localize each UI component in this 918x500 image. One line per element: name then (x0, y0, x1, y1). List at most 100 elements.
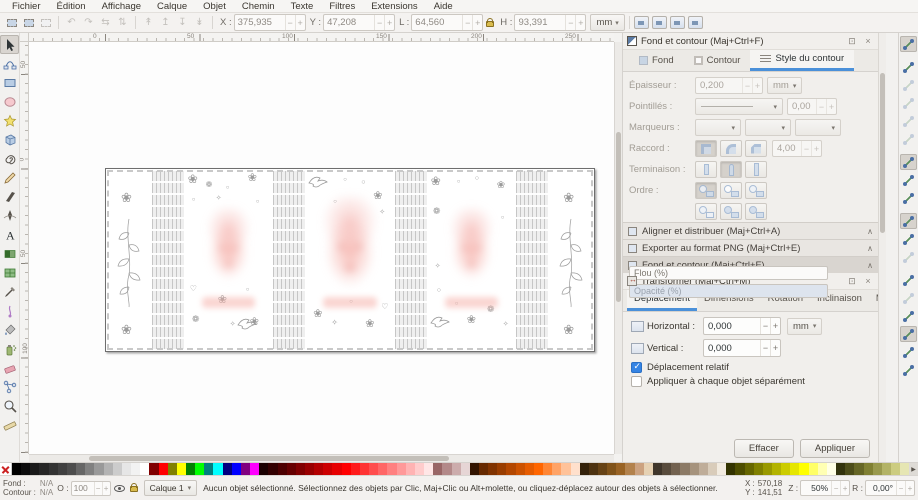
palette-swatch[interactable] (671, 463, 680, 475)
palette-swatch[interactable] (104, 463, 113, 475)
palette-swatch[interactable] (516, 463, 525, 475)
vertical-increment[interactable]: + (770, 340, 780, 356)
text-tool[interactable]: A (0, 225, 19, 244)
cap-square-button[interactable] (745, 161, 767, 178)
y-decrement[interactable]: − (374, 15, 384, 30)
gradient-tool[interactable] (0, 244, 19, 263)
unit-dropdown[interactable]: mm▾ (590, 14, 624, 31)
vertical-input[interactable]: 0,000 (704, 343, 760, 354)
palette-swatch[interactable] (186, 463, 195, 475)
palette-swatch[interactable] (580, 463, 589, 475)
palette-swatch[interactable] (268, 463, 277, 475)
scale-stroke-toggle[interactable] (634, 16, 649, 29)
palette-swatch[interactable] (378, 463, 387, 475)
palette-swatch[interactable] (882, 463, 891, 475)
marker-mid-dropdown[interactable]: ▾ (745, 119, 791, 136)
dash-offset-decrement[interactable]: − (816, 99, 826, 114)
panel-close-button[interactable]: × (862, 276, 874, 286)
palette-swatch[interactable] (177, 463, 186, 475)
spiral-tool[interactable] (0, 149, 19, 168)
x-input[interactable]: 375,935 (235, 17, 285, 28)
vertical-ruler[interactable]: 50050100 (20, 42, 29, 454)
menu-fichier[interactable]: Fichier (4, 1, 49, 12)
palette-swatch[interactable] (836, 463, 845, 475)
snap-nodes[interactable] (900, 154, 917, 170)
node-tool[interactable] (0, 54, 19, 73)
palette-swatch[interactable] (625, 463, 634, 475)
paint-bucket-tool[interactable] (0, 320, 19, 339)
height-increment[interactable]: + (575, 15, 585, 30)
palette-swatch[interactable] (76, 463, 85, 475)
palette-swatch[interactable] (342, 463, 351, 475)
menu-filtres[interactable]: Filtres (321, 1, 363, 12)
dash-offset-increment[interactable]: + (826, 99, 836, 114)
palette-swatch[interactable] (314, 463, 323, 475)
select-all-layers-icon[interactable] (20, 15, 37, 31)
menu-edition[interactable]: Édition (49, 1, 94, 12)
apply-button[interactable]: Appliquer (800, 439, 870, 458)
palette-swatch[interactable] (854, 463, 863, 475)
dock-scrollbar[interactable] (878, 33, 886, 462)
palette-swatch[interactable] (726, 463, 735, 475)
palette-swatch[interactable] (506, 463, 515, 475)
horizontal-increment[interactable]: + (770, 318, 780, 334)
miter-limit-input[interactable]: 4,00 (773, 143, 801, 154)
star-tool[interactable] (0, 111, 19, 130)
rotation-input[interactable]: 0,00° (866, 483, 896, 493)
join-round-button[interactable] (720, 140, 742, 157)
deselect-icon[interactable] (37, 15, 54, 31)
palette-swatch[interactable] (85, 463, 94, 475)
raise-to-top-icon[interactable]: ↟ (140, 15, 157, 31)
apply-separately-checkbox[interactable] (631, 376, 642, 387)
transform-unit-dropdown[interactable]: mm▾ (787, 318, 822, 335)
layer-dropdown[interactable]: Calque 1▾ (144, 480, 198, 496)
snap-bbox-edge-midpoints[interactable] (900, 113, 917, 129)
scrollbar-thumb[interactable] (880, 73, 885, 233)
palette-swatch[interactable] (662, 463, 671, 475)
menu-extensions[interactable]: Extensions (363, 1, 425, 12)
lower-to-bottom-icon[interactable]: ↡ (191, 15, 208, 31)
cap-butt-button[interactable] (695, 161, 717, 178)
snap-bbox[interactable] (900, 59, 917, 75)
flip-horizontal-icon[interactable]: ⇆ (97, 15, 114, 31)
palette-swatch[interactable] (122, 463, 131, 475)
y-input[interactable]: 47,208 (324, 17, 374, 28)
snap-bbox-edges[interactable] (900, 77, 917, 93)
palette-swatch[interactable] (680, 463, 689, 475)
palette-swatch[interactable] (259, 463, 268, 475)
palette-swatch[interactable] (250, 463, 259, 475)
snap-page-border[interactable] (900, 326, 917, 342)
order-6-button[interactable] (745, 203, 767, 220)
tab-fond[interactable]: Fond (629, 50, 684, 71)
palette-swatch[interactable] (424, 463, 433, 475)
canvas-vertical-scrollbar[interactable] (614, 42, 622, 454)
miter-limit-increment[interactable]: + (811, 141, 821, 156)
tweak-tool[interactable] (0, 301, 19, 320)
palette-swatch[interactable] (644, 463, 653, 475)
palette-swatch[interactable] (790, 463, 799, 475)
order-4-button[interactable] (695, 203, 717, 220)
palette-swatch[interactable] (296, 463, 305, 475)
select-all-icon[interactable] (3, 15, 20, 31)
palette-swatch[interactable] (571, 463, 580, 475)
no-color-swatch[interactable] (0, 463, 12, 475)
menu-aide[interactable]: Aide (426, 1, 461, 12)
scale-corners-toggle[interactable] (652, 16, 667, 29)
dash-offset-input[interactable]: 0,00 (788, 101, 816, 112)
width-decrement[interactable]: − (462, 15, 472, 30)
palette-swatch[interactable] (635, 463, 644, 475)
palette-swatch[interactable] (699, 463, 708, 475)
palette-swatch[interactable] (241, 463, 250, 475)
palette-swatch[interactable] (67, 463, 76, 475)
palette-swatch[interactable] (607, 463, 616, 475)
dropper-tool[interactable] (0, 282, 19, 301)
palette-swatch[interactable] (809, 463, 818, 475)
canvas[interactable]: ❀❀❀❁○❀○✧○♡❀○❁✧❀○○❀○✧❀○✧❀♡❀○○❀❁○✧○❀○❁✧❀❀ (29, 42, 614, 454)
dock-section-0[interactable]: Aligner et distribuer (Maj+Ctrl+A)∧ (623, 222, 878, 239)
opacity-decrement[interactable]: − (94, 482, 102, 495)
palette-swatch[interactable] (763, 463, 772, 475)
snap-cusp-nodes[interactable] (900, 213, 917, 229)
palette-scroll-arrow-icon[interactable]: ▶ (909, 463, 918, 475)
move-patterns-toggle[interactable] (688, 16, 703, 29)
palette-swatch[interactable] (140, 463, 149, 475)
